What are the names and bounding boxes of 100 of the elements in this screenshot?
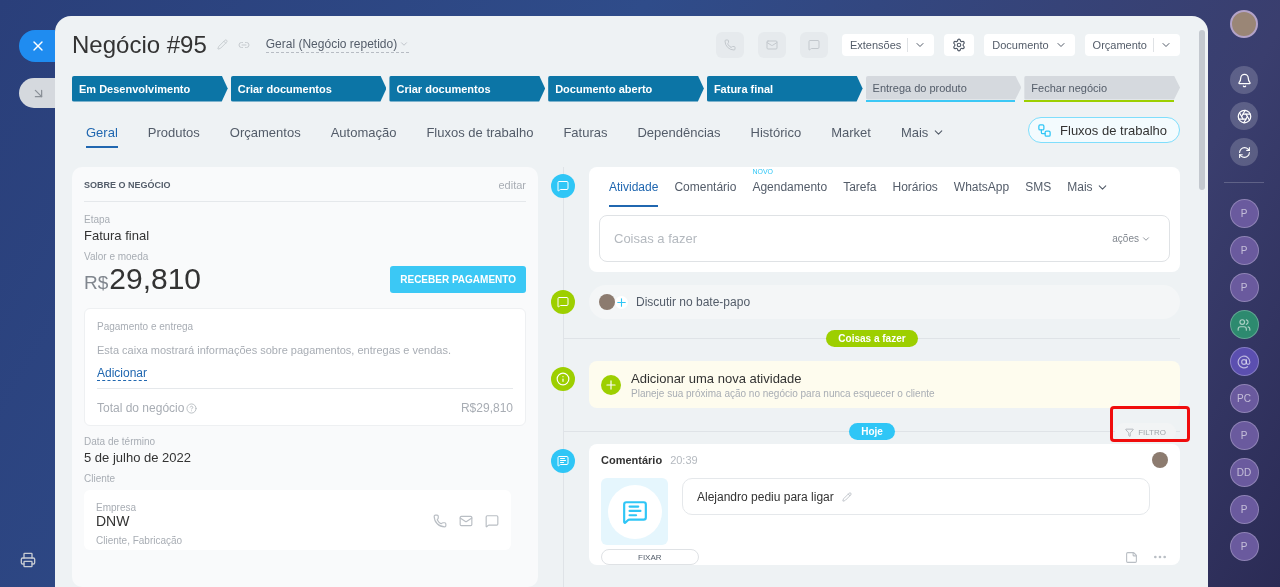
avatar-placeholder (599, 294, 615, 310)
amount: R$29,810 (84, 262, 202, 296)
contact-avatar[interactable]: P (1229, 495, 1259, 524)
activity-tab[interactable]: SMS (1025, 180, 1052, 207)
plus-icon (615, 295, 628, 309)
stage-step[interactable]: Fatura final (706, 75, 863, 102)
todo-pill: Coisas a fazer (826, 329, 918, 347)
notifications-button[interactable] (1230, 66, 1258, 94)
chat-icon[interactable] (485, 514, 499, 528)
field-label: Data de término (84, 436, 157, 447)
activity-tab[interactable]: Horários (892, 180, 938, 207)
contact-avatar[interactable]: P (1229, 236, 1259, 265)
activity-tab[interactable]: Atividade (609, 180, 659, 207)
contact-avatar[interactable]: DD (1229, 458, 1259, 487)
today-pill: Hoje (849, 422, 895, 440)
phone-icon[interactable] (433, 514, 447, 528)
todo-field[interactable]: Coisas a fazer ações (599, 215, 1170, 262)
help-icon[interactable] (186, 403, 198, 415)
workflows-button[interactable]: Fluxos de trabalho (1028, 117, 1180, 144)
contact-avatar[interactable]: P (1229, 199, 1259, 228)
company-name: DNW (96, 513, 130, 529)
field-label: Cliente (84, 473, 117, 484)
tab[interactable]: Faturas (563, 118, 608, 149)
discuss-chat-bar[interactable]: Discutir no bate-papo (589, 285, 1180, 319)
tab[interactable]: Dependências (637, 118, 721, 149)
split-button[interactable]: Extensões (841, 33, 935, 56)
stage-step[interactable]: Entrega do produto (865, 75, 1022, 100)
note-icon[interactable] (1125, 550, 1138, 564)
aperture-button[interactable] (1230, 102, 1258, 130)
comment-title: Comentário (601, 454, 663, 466)
add-button[interactable] (601, 374, 621, 395)
activity-tab[interactable]: WhatsApp (953, 180, 1010, 207)
minimize-button[interactable] (19, 78, 55, 108)
contact-avatar[interactable]: P (1229, 421, 1259, 450)
refresh-button[interactable] (1230, 138, 1258, 166)
tab[interactable]: Automação (330, 118, 397, 149)
box-title: Pagamento e entrega (97, 321, 195, 332)
mail-button[interactable] (757, 31, 786, 58)
field-value: 5 de julho de 2022 (84, 450, 192, 465)
chat-button[interactable] (799, 31, 828, 58)
chat-bubble-icon (557, 296, 569, 308)
tab[interactable]: Produtos (147, 118, 200, 149)
tab[interactable]: Orçamentos (229, 118, 301, 149)
plus-icon (604, 377, 618, 392)
avatar-placeholder (1152, 452, 1168, 468)
comment-icon (557, 455, 569, 467)
settings-button[interactable] (944, 33, 975, 56)
new-activity-hint: Planeje sua próxima ação no negócio para nunca esquecer o cliente (631, 387, 935, 399)
card-heading: SOBRE O NEGÓCIO (84, 180, 171, 190)
client-type: Cliente, Fabricação (96, 535, 184, 546)
pencil-icon[interactable] (841, 491, 852, 502)
phone-icon (723, 38, 736, 51)
tab[interactable]: Market (831, 118, 871, 149)
box-text: Esta caixa mostrará informações sobre pagamentos, entregas e vendas. (97, 344, 453, 356)
activity-tab[interactable]: Tarefa (843, 180, 877, 207)
field-label: Etapa (84, 214, 112, 225)
avatar-placeholder[interactable] (1230, 10, 1258, 38)
split-button[interactable]: Orçamento (1084, 33, 1180, 56)
pipeline-select[interactable]: Geral (Negócio repetido) (265, 36, 410, 53)
tab[interactable]: Geral (86, 118, 118, 149)
contact-avatar[interactable]: P (1229, 273, 1259, 302)
add-link[interactable]: Adicionar (97, 366, 148, 381)
actions-dropdown[interactable]: ações (1106, 232, 1157, 245)
mention-button[interactable] (1229, 347, 1259, 376)
chat-bubble-icon (557, 180, 569, 192)
new-activity-card[interactable]: Adicionar uma nova atividade Planeje sua próxima ação no negócio para nunca esquecer o cliente (589, 361, 1180, 408)
info-icon (556, 372, 570, 386)
mail-icon (765, 38, 778, 51)
total-label: Total do negócio (97, 401, 198, 415)
pencil-icon[interactable] (216, 39, 228, 51)
pin-button[interactable]: FIXAR (601, 549, 699, 565)
aperture-icon (1236, 108, 1252, 124)
field-label: Valor e moeda (84, 251, 150, 262)
dropdown-button[interactable]: Documento (984, 33, 1075, 56)
refresh-icon (1237, 145, 1251, 159)
chat-label: Discutir no bate-papo (636, 295, 751, 309)
total-value: R$29,810 (460, 401, 513, 415)
printer-icon[interactable] (20, 552, 36, 568)
stage-step[interactable]: Documento aberto (548, 75, 704, 102)
activity-tab[interactable]: Comentário (674, 180, 737, 207)
filter-icon (1125, 427, 1135, 437)
stage-step[interactable]: Em Desenvolvimento (72, 75, 228, 102)
stage-step[interactable]: Criar documentos (389, 75, 546, 102)
at-sign-icon (1237, 354, 1251, 369)
contact-avatar[interactable]: PC (1229, 384, 1259, 413)
close-button[interactable] (19, 30, 55, 62)
contact-avatar[interactable]: P (1229, 532, 1259, 561)
chat-icon (807, 38, 820, 51)
new-activity-title: Adicionar uma nova atividade (631, 370, 803, 386)
group-chat-button[interactable] (1229, 310, 1259, 339)
stage-step[interactable]: Fechar negócio (1024, 75, 1181, 100)
activity-tab[interactable]: Mais (1067, 180, 1109, 207)
tab[interactable]: Fluxos de trabalho (426, 118, 534, 149)
tab[interactable]: Mais (900, 118, 946, 149)
scrollbar[interactable] (1199, 30, 1205, 190)
workflow-icon (1037, 122, 1053, 138)
stage-step[interactable]: Criar documentos (230, 75, 387, 102)
tab[interactable]: Histórico (750, 118, 802, 149)
mail-icon[interactable] (459, 514, 473, 528)
phone-button[interactable] (715, 31, 744, 58)
